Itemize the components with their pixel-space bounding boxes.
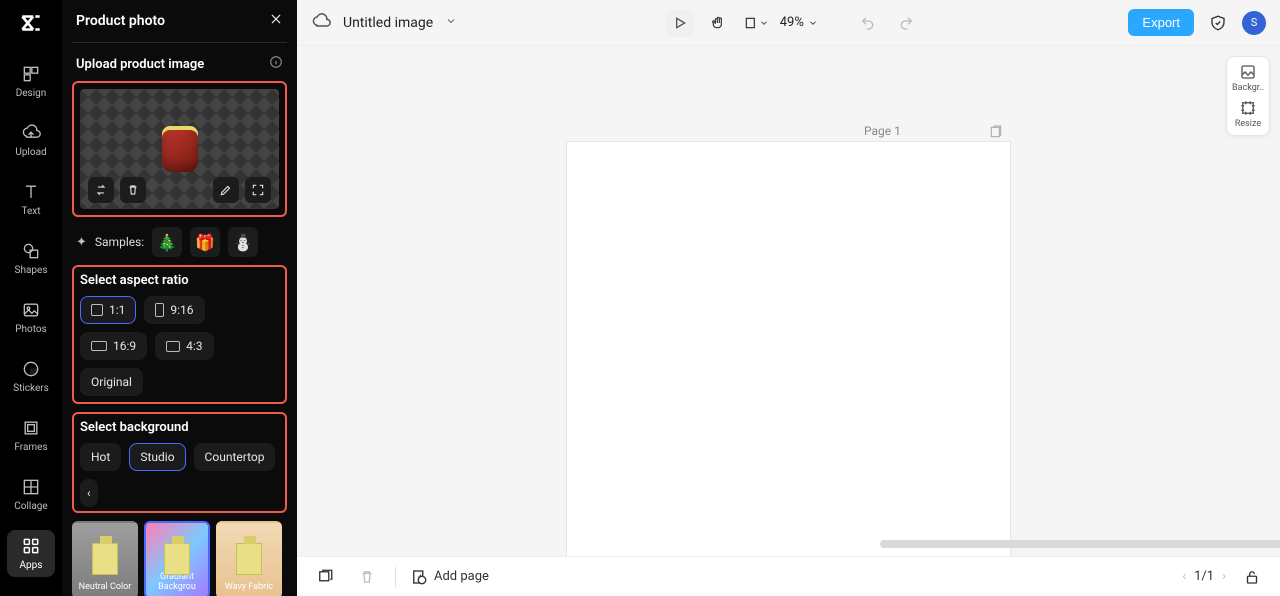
trash-icon[interactable] xyxy=(120,177,146,203)
shield-icon[interactable] xyxy=(1204,9,1232,37)
bg-tab-studio[interactable]: Studio xyxy=(129,443,185,471)
sample-2[interactable]: 🎁 xyxy=(190,227,220,257)
play-icon[interactable] xyxy=(666,9,694,37)
ratio-1-1[interactable]: 1:1 xyxy=(80,296,136,324)
main-area: Untitled image 49% Export S Page xyxy=(297,0,1280,596)
background-label: Select background xyxy=(80,420,279,435)
ratio-original[interactable]: Original xyxy=(80,368,143,396)
aspect-label: Select aspect ratio xyxy=(80,273,279,288)
undo-icon[interactable] xyxy=(854,9,882,37)
ratio-9-16[interactable]: 9:16 xyxy=(144,296,204,324)
bg-neutral-color[interactable]: Neutral Color xyxy=(72,521,138,596)
upload-section xyxy=(72,81,287,217)
redo-icon[interactable] xyxy=(892,9,920,37)
expand-icon[interactable] xyxy=(245,177,271,203)
bg-wavy-fabric[interactable]: Wavy Fabric xyxy=(216,521,282,596)
panel-title: Product photo xyxy=(76,13,165,29)
nav-label: Frames xyxy=(14,442,47,453)
nav-label: Text xyxy=(21,206,40,217)
bg-tab-hot[interactable]: Hot xyxy=(80,443,121,471)
upload-label: Upload product image xyxy=(76,57,204,72)
nav-label: Photos xyxy=(15,324,47,335)
nav-label: Apps xyxy=(20,560,43,571)
bg-gradient[interactable]: Gradiant Backgrou xyxy=(144,521,210,596)
next-page-icon[interactable]: › xyxy=(1222,569,1226,584)
samples-row: ✦ Samples: 🎄 🎁 ⛄ xyxy=(72,227,287,257)
tool-background[interactable]: Backgr.. xyxy=(1229,63,1267,93)
crop-dropdown[interactable] xyxy=(742,9,770,37)
product-photo-panel: Product photo Upload product image xyxy=(62,0,297,596)
nav-label: Collage xyxy=(14,501,47,512)
nav-upload[interactable]: Upload xyxy=(7,117,55,164)
nav-label: Upload xyxy=(15,147,46,158)
nav-label: Shapes xyxy=(15,265,48,276)
cloud-icon[interactable] xyxy=(311,11,331,35)
canvas[interactable]: Page 1 xyxy=(297,46,1280,556)
horizontal-scrollbar[interactable] xyxy=(880,540,1280,548)
bg-tab-countertop[interactable]: Countertop xyxy=(194,443,276,471)
page-label: Page 1 xyxy=(864,124,901,138)
nav-text[interactable]: Text xyxy=(7,176,55,223)
nav-photos[interactable]: Photos xyxy=(7,294,55,341)
export-button[interactable]: Export xyxy=(1128,9,1194,36)
edit-icon[interactable] xyxy=(213,177,239,203)
nav-frames[interactable]: Frames xyxy=(7,412,55,459)
tool-resize[interactable]: Resize xyxy=(1229,99,1267,129)
bg-tab-more[interactable]: ‹ xyxy=(80,479,98,507)
page-menu-icon[interactable] xyxy=(988,124,1004,144)
aspect-ratio-section: Select aspect ratio 1:1 9:16 16:9 4:3 Or… xyxy=(72,265,287,404)
avatar[interactable]: S xyxy=(1242,11,1266,35)
info-icon[interactable] xyxy=(269,55,283,73)
layers-icon[interactable] xyxy=(311,563,339,591)
chevron-icon: ‹ xyxy=(87,486,91,500)
nav-shapes[interactable]: Shapes xyxy=(7,235,55,282)
document-title[interactable]: Untitled image xyxy=(343,15,433,31)
footer-trash-icon[interactable] xyxy=(353,563,381,591)
sample-1[interactable]: 🎄 xyxy=(152,227,182,257)
close-icon[interactable] xyxy=(269,12,283,30)
background-items: Neutral Color Gradiant Backgrou Wavy Fab… xyxy=(72,521,287,596)
add-page-button[interactable]: Add page xyxy=(410,568,489,586)
product-preview[interactable] xyxy=(80,89,279,209)
nav-label: Design xyxy=(16,88,47,99)
zoom-level[interactable]: 49% xyxy=(780,15,818,30)
app-logo[interactable] xyxy=(18,10,44,36)
nav-apps[interactable]: Apps xyxy=(7,530,55,577)
sparkle-icon: ✦ xyxy=(76,235,87,250)
title-dropdown-icon[interactable] xyxy=(445,15,457,31)
prev-page-icon[interactable]: ‹ xyxy=(1182,569,1186,584)
left-nav: Design Upload Text Shapes Photos Sticker… xyxy=(0,0,62,596)
background-section: Select background Hot Studio Countertop … xyxy=(72,412,287,513)
product-image xyxy=(162,126,198,172)
ratio-4-3[interactable]: 4:3 xyxy=(155,332,213,360)
page-1[interactable] xyxy=(567,142,1010,556)
lock-icon[interactable] xyxy=(1238,563,1266,591)
ratio-16-9[interactable]: 16:9 xyxy=(80,332,147,360)
nav-collage[interactable]: Collage xyxy=(7,471,55,518)
hand-icon[interactable] xyxy=(704,9,732,37)
top-bar: Untitled image 49% Export S xyxy=(297,0,1280,46)
paginator: ‹ 1/1 › xyxy=(1182,569,1226,584)
sample-3[interactable]: ⛄ xyxy=(228,227,258,257)
swap-icon[interactable] xyxy=(88,177,114,203)
nav-design[interactable]: Design xyxy=(7,58,55,105)
canvas-footer: Add page ‹ 1/1 › xyxy=(297,556,1280,596)
nav-label: Stickers xyxy=(13,383,49,394)
floating-tools: Backgr.. Resize xyxy=(1226,56,1270,136)
nav-stickers[interactable]: Stickers xyxy=(7,353,55,400)
page-indicator: 1/1 xyxy=(1194,569,1214,584)
samples-label: Samples: xyxy=(95,235,144,249)
